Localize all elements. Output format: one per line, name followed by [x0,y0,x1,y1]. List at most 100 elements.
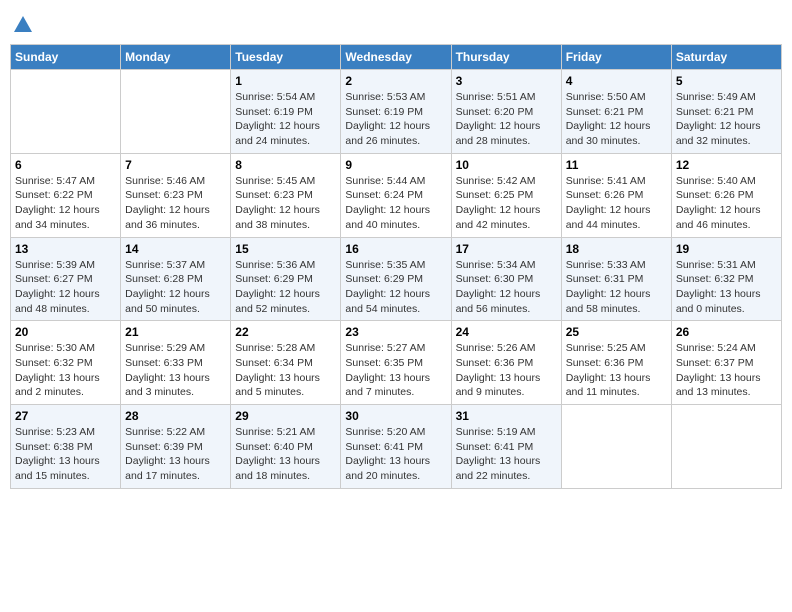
day-info: Sunrise: 5:28 AMSunset: 6:34 PMDaylight:… [235,341,336,400]
day-of-week-header: Thursday [451,45,561,70]
day-number: 17 [456,242,557,256]
calendar-week-row: 1 Sunrise: 5:54 AMSunset: 6:19 PMDaylight… [11,70,782,154]
day-number: 18 [566,242,667,256]
calendar-day-cell: 31 Sunrise: 5:19 AMSunset: 6:41 PMDayligh… [451,405,561,489]
day-info: Sunrise: 5:21 AMSunset: 6:40 PMDaylight:… [235,425,336,484]
day-number: 12 [676,158,777,172]
day-info: Sunrise: 5:39 AMSunset: 6:27 PMDaylight:… [15,258,116,317]
calendar-week-row: 6 Sunrise: 5:47 AMSunset: 6:22 PMDaylight… [11,153,782,237]
day-info: Sunrise: 5:37 AMSunset: 6:28 PMDaylight:… [125,258,226,317]
calendar-day-cell: 1 Sunrise: 5:54 AMSunset: 6:19 PMDaylight… [231,70,341,154]
calendar-day-cell [561,405,671,489]
day-number: 19 [676,242,777,256]
day-number: 4 [566,74,667,88]
day-number: 29 [235,409,336,423]
calendar-day-cell: 2Sunrise: 5:53 AMSunset: 6:19 PMDaylight… [341,70,451,154]
calendar-day-cell: 7 Sunrise: 5:46 AMSunset: 6:23 PMDaylight… [121,153,231,237]
calendar-day-cell: 29 Sunrise: 5:21 AMSunset: 6:40 PMDayligh… [231,405,341,489]
day-info: Sunrise: 5:26 AMSunset: 6:36 PMDaylight:… [456,341,557,400]
day-number: 31 [456,409,557,423]
day-info: Sunrise: 5:44 AMSunset: 6:24 PMDaylight:… [345,174,446,233]
logo [10,14,34,36]
calendar-day-cell: 6 Sunrise: 5:47 AMSunset: 6:22 PMDaylight… [11,153,121,237]
day-info: Sunrise: 5:23 AMSunset: 6:38 PMDaylight:… [15,425,116,484]
day-number: 1 [235,74,336,88]
day-number: 11 [566,158,667,172]
day-number: 7 [125,158,226,172]
day-info: Sunrise: 5:30 AMSunset: 6:32 PMDaylight:… [15,341,116,400]
day-info: Sunrise: 5:42 AMSunset: 6:25 PMDaylight:… [456,174,557,233]
day-number: 27 [15,409,116,423]
calendar-day-cell: 18 Sunrise: 5:33 AMSunset: 6:31 PMDayligh… [561,237,671,321]
day-info: Sunrise: 5:47 AMSunset: 6:22 PMDaylight:… [15,174,116,233]
calendar-day-cell: 21 Sunrise: 5:29 AMSunset: 6:33 PMDayligh… [121,321,231,405]
day-number: 28 [125,409,226,423]
day-info: Sunrise: 5:35 AMSunset: 6:29 PMDaylight:… [345,258,446,317]
day-info: Sunrise: 5:54 AMSunset: 6:19 PMDaylight:… [235,90,336,149]
day-number: 22 [235,325,336,339]
day-of-week-header: Sunday [11,45,121,70]
day-info: Sunrise: 5:24 AMSunset: 6:37 PMDaylight:… [676,341,777,400]
calendar-day-cell: 15 Sunrise: 5:36 AMSunset: 6:29 PMDayligh… [231,237,341,321]
day-number: 26 [676,325,777,339]
calendar-day-cell: 26 Sunrise: 5:24 AMSunset: 6:37 PMDayligh… [671,321,781,405]
calendar-day-cell [11,70,121,154]
calendar-day-cell: 27 Sunrise: 5:23 AMSunset: 6:38 PMDayligh… [11,405,121,489]
calendar-day-cell: 14 Sunrise: 5:37 AMSunset: 6:28 PMDayligh… [121,237,231,321]
day-info: Sunrise: 5:45 AMSunset: 6:23 PMDaylight:… [235,174,336,233]
day-of-week-header: Tuesday [231,45,341,70]
calendar-day-cell: 9Sunrise: 5:44 AMSunset: 6:24 PMDaylight… [341,153,451,237]
calendar-day-cell: 24 Sunrise: 5:26 AMSunset: 6:36 PMDayligh… [451,321,561,405]
calendar-day-cell: 16Sunrise: 5:35 AMSunset: 6:29 PMDayligh… [341,237,451,321]
day-number: 6 [15,158,116,172]
calendar-day-cell: 23 Sunrise: 5:27 AMSunset: 6:35 PMDayligh… [341,321,451,405]
day-info: Sunrise: 5:20 AMSunset: 6:41 PMDaylight:… [345,425,446,484]
day-info: Sunrise: 5:36 AMSunset: 6:29 PMDaylight:… [235,258,336,317]
day-info: Sunrise: 5:29 AMSunset: 6:33 PMDaylight:… [125,341,226,400]
calendar-day-cell: 13 Sunrise: 5:39 AMSunset: 6:27 PMDayligh… [11,237,121,321]
day-info: Sunrise: 5:22 AMSunset: 6:39 PMDaylight:… [125,425,226,484]
calendar-day-cell: 25Sunrise: 5:25 AMSunset: 6:36 PMDayligh… [561,321,671,405]
calendar-day-cell: 11 Sunrise: 5:41 AMSunset: 6:26 PMDayligh… [561,153,671,237]
calendar-day-cell: 19 Sunrise: 5:31 AMSunset: 6:32 PMDayligh… [671,237,781,321]
day-number: 14 [125,242,226,256]
day-info: Sunrise: 5:41 AMSunset: 6:26 PMDaylight:… [566,174,667,233]
day-number: 10 [456,158,557,172]
day-info: Sunrise: 5:19 AMSunset: 6:41 PMDaylight:… [456,425,557,484]
day-info: Sunrise: 5:34 AMSunset: 6:30 PMDaylight:… [456,258,557,317]
calendar-header-row: SundayMondayTuesdayWednesdayThursdayFrid… [11,45,782,70]
day-number: 25 [566,325,667,339]
day-number: 13 [15,242,116,256]
day-number: 5 [676,74,777,88]
calendar-week-row: 20 Sunrise: 5:30 AMSunset: 6:32 PMDayligh… [11,321,782,405]
day-number: 21 [125,325,226,339]
day-info: Sunrise: 5:46 AMSunset: 6:23 PMDaylight:… [125,174,226,233]
day-info: Sunrise: 5:31 AMSunset: 6:32 PMDaylight:… [676,258,777,317]
logo-icon [12,14,34,36]
calendar-day-cell [671,405,781,489]
day-info: Sunrise: 5:49 AMSunset: 6:21 PMDaylight:… [676,90,777,149]
calendar-day-cell: 5 Sunrise: 5:49 AMSunset: 6:21 PMDaylight… [671,70,781,154]
day-info: Sunrise: 5:27 AMSunset: 6:35 PMDaylight:… [345,341,446,400]
calendar-day-cell: 8Sunrise: 5:45 AMSunset: 6:23 PMDaylight… [231,153,341,237]
calendar-day-cell: 4 Sunrise: 5:50 AMSunset: 6:21 PMDaylight… [561,70,671,154]
day-of-week-header: Monday [121,45,231,70]
calendar-day-cell: 20 Sunrise: 5:30 AMSunset: 6:32 PMDayligh… [11,321,121,405]
page-header [10,10,782,36]
day-info: Sunrise: 5:50 AMSunset: 6:21 PMDaylight:… [566,90,667,149]
day-of-week-header: Wednesday [341,45,451,70]
calendar-day-cell: 30Sunrise: 5:20 AMSunset: 6:41 PMDayligh… [341,405,451,489]
day-info: Sunrise: 5:33 AMSunset: 6:31 PMDaylight:… [566,258,667,317]
day-number: 15 [235,242,336,256]
calendar-day-cell: 17 Sunrise: 5:34 AMSunset: 6:30 PMDayligh… [451,237,561,321]
day-of-week-header: Friday [561,45,671,70]
calendar-table: SundayMondayTuesdayWednesdayThursdayFrid… [10,44,782,489]
calendar-day-cell: 28 Sunrise: 5:22 AMSunset: 6:39 PMDayligh… [121,405,231,489]
day-info: Sunrise: 5:51 AMSunset: 6:20 PMDaylight:… [456,90,557,149]
day-info: Sunrise: 5:53 AMSunset: 6:19 PMDaylight:… [345,90,446,149]
day-of-week-header: Saturday [671,45,781,70]
calendar-week-row: 13 Sunrise: 5:39 AMSunset: 6:27 PMDayligh… [11,237,782,321]
day-number: 20 [15,325,116,339]
day-number: 23 [345,325,446,339]
day-number: 24 [456,325,557,339]
